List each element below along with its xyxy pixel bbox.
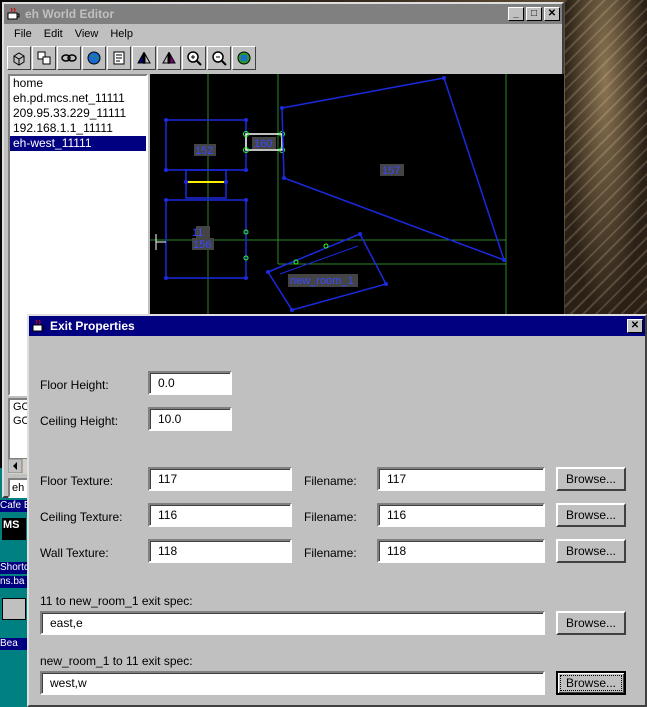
java-icon (6, 6, 22, 22)
floor-browse-button[interactable]: Browse... (556, 467, 626, 491)
floor-filename-field[interactable] (377, 467, 545, 491)
exit-spec-2-field[interactable] (40, 671, 545, 695)
ceiling-height-label: Ceiling Height: (40, 414, 119, 428)
floor-height-field[interactable] (148, 371, 232, 395)
exit-spec-2-label: new_room_1 to 11 exit spec: (40, 654, 193, 668)
ceiling-filename-field[interactable] (377, 503, 545, 527)
desktop-icon-label[interactable]: Cafe B (0, 500, 28, 512)
properties-icon[interactable] (107, 46, 131, 70)
java-icon (31, 318, 47, 334)
tree-item[interactable]: 209.95.33.229_11111 (10, 106, 146, 121)
exit-spec-1-label: 11 to new_room_1 exit spec: (40, 594, 193, 608)
dialog-close-button[interactable]: ✕ (627, 319, 643, 333)
tree-item-selected[interactable]: eh-west_11111 (10, 136, 146, 151)
toolbar (4, 44, 562, 72)
ms-icon[interactable]: MS (2, 518, 26, 540)
exit-spec-1-field[interactable] (40, 611, 545, 635)
wall-texture-label: Wall Texture: (40, 546, 109, 560)
desktop-icon-label[interactable]: ns.ba (0, 576, 28, 588)
link-icon[interactable] (57, 46, 81, 70)
menu-view[interactable]: View (69, 28, 105, 40)
maximize-button[interactable]: □ (526, 7, 542, 21)
room-label-152: 152 (195, 145, 213, 157)
menu-edit[interactable]: Edit (38, 28, 69, 40)
exit-spec-2-browse-button[interactable]: Browse... (556, 671, 626, 695)
close-button[interactable]: ✕ (544, 7, 560, 21)
tree-item[interactable]: eh.pd.mcs.net_11111 (10, 91, 146, 106)
floor-filename-label: Filename: (304, 474, 357, 488)
ms-label: MS (3, 519, 20, 531)
room-label-157: 157 (382, 165, 400, 177)
menu-help[interactable]: Help (104, 28, 139, 40)
desktop-icon-label[interactable]: Shortcu (0, 562, 28, 574)
globe-icon[interactable] (82, 46, 106, 70)
room-label-160: 160 (254, 138, 272, 150)
menu-file[interactable]: File (8, 28, 38, 40)
ceiling-texture-label: Ceiling Texture: (40, 510, 123, 524)
mirror-right-icon[interactable] (157, 46, 181, 70)
zoom-in-icon[interactable] (182, 46, 206, 70)
desktop-icon-strip: Cafe B MS Shortcu ns.ba Bea (0, 468, 28, 707)
desktop-wallpaper (565, 0, 647, 320)
ceiling-texture-field[interactable] (148, 503, 292, 527)
zoom-out-icon[interactable] (207, 46, 231, 70)
floor-texture-field[interactable] (148, 467, 292, 491)
cube-icon[interactable] (7, 46, 31, 70)
tree-item[interactable]: home (10, 76, 146, 91)
ceiling-browse-button[interactable]: Browse... (556, 503, 626, 527)
mirror-left-icon[interactable] (132, 46, 156, 70)
ceiling-height-field[interactable] (148, 407, 232, 431)
dialog-titlebar[interactable]: Exit Properties ✕ (29, 316, 645, 336)
rooms-icon[interactable] (32, 46, 56, 70)
window-title: eh World Editor (25, 7, 115, 21)
menubar: File Edit View Help (4, 24, 562, 44)
desktop-icon-label[interactable]: Bea (0, 638, 28, 650)
wall-filename-field[interactable] (377, 539, 545, 563)
tree-item[interactable]: 192.168.1.1_11111 (10, 121, 146, 136)
wall-browse-button[interactable]: Browse... (556, 539, 626, 563)
room-label-11: 11 (192, 227, 203, 239)
exit-spec-1-browse-button[interactable]: Browse... (556, 611, 626, 635)
room-label-new-room: new_room_1 (290, 275, 354, 287)
wall-filename-label: Filename: (304, 546, 357, 560)
exit-properties-dialog: Exit Properties ✕ Floor Height: Ceiling … (27, 314, 647, 707)
minimize-button[interactable]: _ (508, 7, 524, 21)
room-label-156: 156 (193, 239, 211, 251)
floor-texture-label: Floor Texture: (40, 474, 114, 488)
shortcut-icon[interactable] (2, 598, 26, 620)
world-icon[interactable] (232, 46, 256, 70)
dialog-title: Exit Properties (50, 319, 135, 333)
wall-texture-field[interactable] (148, 539, 292, 563)
ceiling-filename-label: Filename: (304, 510, 357, 524)
main-titlebar[interactable]: eh World Editor _ □ ✕ (4, 4, 562, 24)
floor-height-label: Floor Height: (40, 378, 109, 392)
